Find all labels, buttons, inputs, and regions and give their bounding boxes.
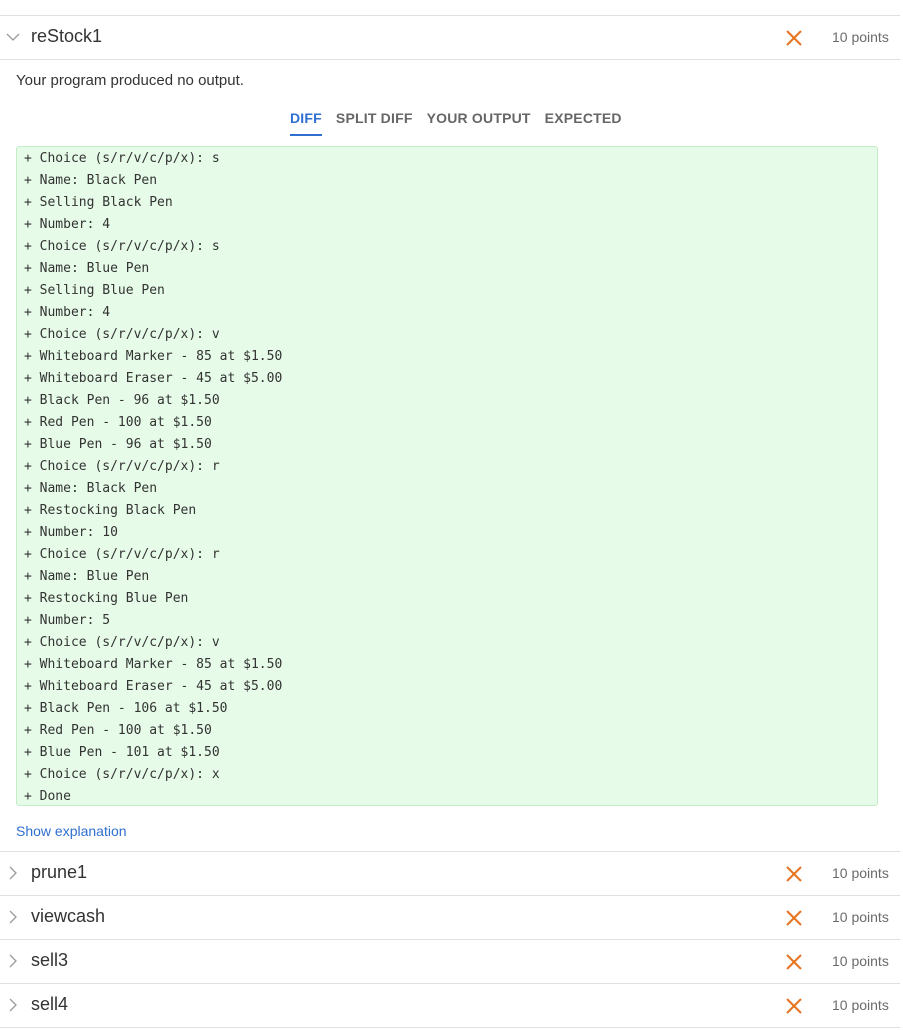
diff-line: + Number: 10 — [24, 525, 118, 540]
show-explanation-link[interactable]: Show explanation — [16, 823, 127, 839]
diff-line: + Blue Pen - 101 at $1.50 — [24, 745, 220, 760]
chevron-right-icon[interactable] — [6, 866, 20, 880]
diff-line: + Number: 4 — [24, 217, 111, 232]
diff-line: + Red Pen - 100 at $1.50 — [24, 723, 212, 738]
diff-panel: + Choice (s/r/v/c/p/x): s + Name: Black P… — [16, 146, 878, 806]
diff-line: + Name: Black Pen — [24, 481, 158, 496]
diff-line: + Selling Blue Pen — [24, 283, 165, 298]
diff-line: + Whiteboard Marker - 85 at $1.50 — [24, 657, 283, 672]
diff-line: + Black Pen - 106 at $1.50 — [24, 701, 228, 716]
diff-line: + Choice (s/r/v/c/p/x): x — [24, 767, 220, 782]
diff-line: + Whiteboard Eraser - 45 at $5.00 — [24, 679, 283, 694]
diff-line: + Choice (s/r/v/c/p/x): v — [24, 327, 220, 342]
points-label: 10 points — [832, 865, 889, 881]
test-row-prune1[interactable]: prune1 10 points — [0, 852, 900, 896]
tab-diff[interactable]: DIFF — [290, 110, 322, 136]
tab-your-output[interactable]: YOUR OUTPUT — [427, 110, 531, 136]
test-row-sell4[interactable]: sell4 10 points — [0, 984, 900, 1028]
tab-expected[interactable]: EXPECTED — [545, 110, 622, 136]
chevron-right-icon[interactable] — [6, 998, 20, 1012]
diff-line: + Whiteboard Eraser - 45 at $5.00 — [24, 371, 283, 386]
output-message: Your program produced no output. — [16, 72, 244, 89]
diff-line: + Selling Black Pen — [24, 195, 173, 210]
x-icon — [786, 910, 802, 926]
chevron-right-icon[interactable] — [6, 910, 20, 924]
diff-line: + Black Pen - 96 at $1.50 — [24, 393, 220, 408]
diff-line: + Number: 5 — [24, 613, 111, 628]
diff-line: + Name: Black Pen — [24, 173, 158, 188]
diff-line: + Choice (s/r/v/c/p/x): r — [24, 547, 220, 562]
diff-line: + Blue Pen - 96 at $1.50 — [24, 437, 212, 452]
diff-line: + Choice (s/r/v/c/p/x): r — [24, 459, 220, 474]
diff-line: + Done — [24, 789, 71, 804]
points-label: 10 points — [832, 997, 889, 1013]
tab-split-diff[interactable]: SPLIT DIFF — [336, 110, 413, 136]
diff-line: + Name: Blue Pen — [24, 261, 150, 276]
diff-line: + Restocking Blue Pen — [24, 591, 189, 606]
test-name: reStock1 — [31, 26, 103, 46]
points-label: 10 points — [832, 909, 889, 925]
test-name: sell4 — [31, 994, 69, 1014]
previous-section-edge — [0, 0, 900, 15]
points-label: 10 points — [832, 953, 889, 969]
chevron-down-icon[interactable] — [6, 30, 20, 44]
test-name: viewcash — [31, 906, 106, 926]
points-label: 10 points — [832, 29, 889, 45]
diff-line: + Choice (s/r/v/c/p/x): s — [24, 239, 220, 254]
diff-line: + Choice (s/r/v/c/p/x): s — [24, 151, 220, 166]
test-row-sell3[interactable]: sell3 10 points — [0, 940, 900, 984]
diff-line: + Restocking Black Pen — [24, 503, 197, 518]
x-icon — [786, 954, 802, 970]
diff-line: + Red Pen - 100 at $1.50 — [24, 415, 212, 430]
diff-line: + Number: 4 — [24, 305, 111, 320]
test-name: sell3 — [31, 950, 69, 970]
x-icon — [786, 998, 802, 1014]
test-row-restock1[interactable]: reStock1 10 points — [0, 16, 900, 60]
chevron-right-icon[interactable] — [6, 954, 20, 968]
diff-line: + Name: Blue Pen — [24, 569, 150, 584]
test-name: prune1 — [31, 862, 88, 882]
diff-tabs: DIFF SPLIT DIFF YOUR OUTPUT EXPECTED — [290, 110, 636, 136]
diff-line: + Choice (s/r/v/c/p/x): v — [24, 635, 220, 650]
x-icon — [786, 866, 802, 882]
diff-line: + Whiteboard Marker - 85 at $1.50 — [24, 349, 283, 364]
test-row-viewcash[interactable]: viewcash 10 points — [0, 896, 900, 940]
x-icon — [786, 30, 802, 46]
